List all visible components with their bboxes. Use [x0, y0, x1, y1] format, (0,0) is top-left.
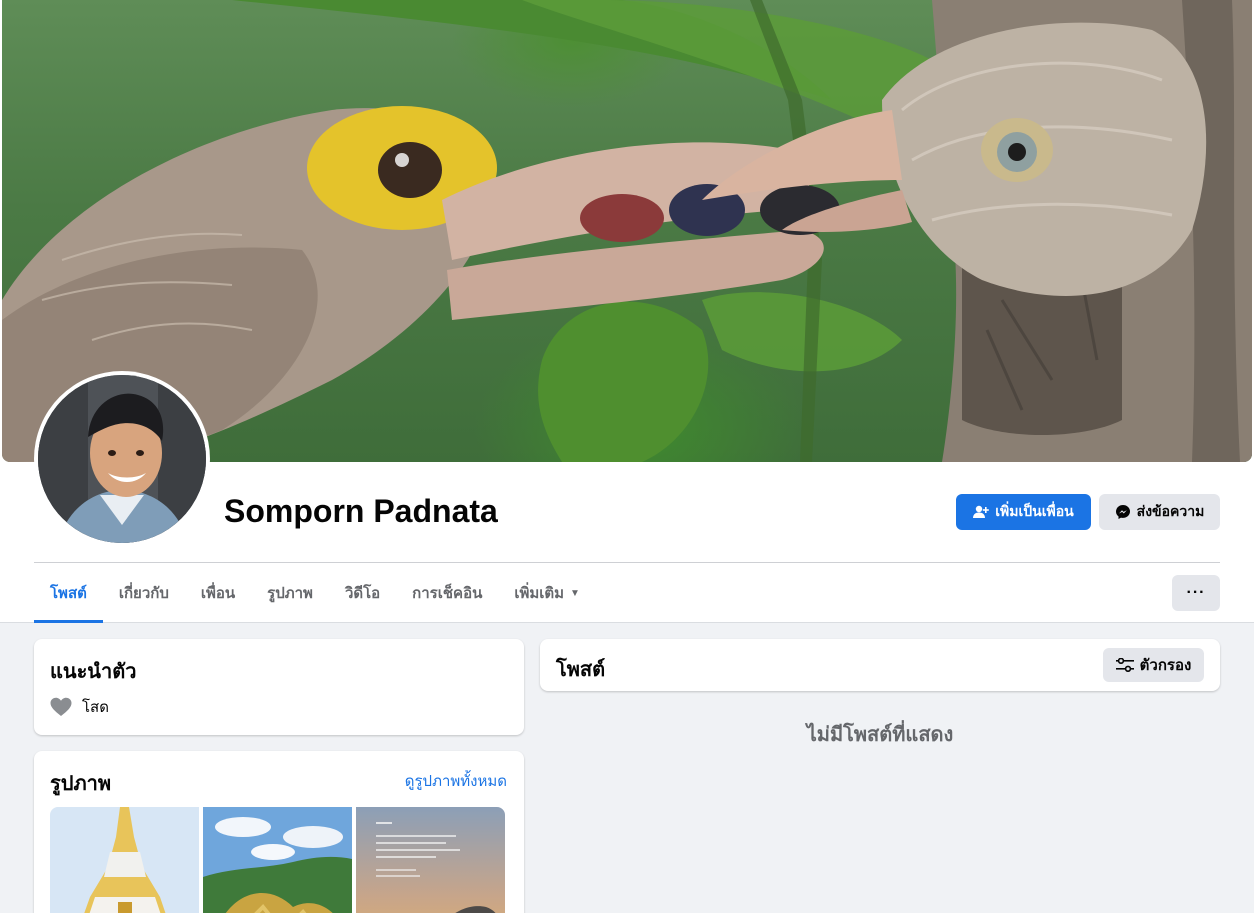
add-friend-label: เพิ่มเป็นเพื่อน — [995, 503, 1074, 519]
tab-about[interactable]: เกี่ยวกับ — [103, 563, 185, 623]
intro-card: แนะนำตัว โสด — [34, 639, 524, 735]
tab-label: เพื่อน — [200, 585, 236, 602]
relationship-status: โสด — [82, 699, 109, 716]
profile-tabs: โพสต์ เกี่ยวกับ เพื่อน รูปภาพ วิดีโอ การ… — [34, 563, 596, 623]
filter-label: ตัวกรอง — [1139, 657, 1192, 674]
intro-title: แนะนำตัว — [50, 661, 137, 683]
relationship-row: โสด — [50, 695, 109, 719]
photos-card: รูปภาพ ดูรูปภาพทั้งหมด — [34, 751, 524, 913]
cover-image — [2, 0, 1252, 462]
photo-thumbnail[interactable] — [50, 807, 199, 913]
profile-avatar[interactable] — [34, 371, 210, 547]
caret-down-icon: ▼ — [570, 587, 580, 599]
tab-photos[interactable]: รูปภาพ — [251, 563, 329, 623]
tab-label: เกี่ยวกับ — [118, 585, 169, 602]
profile-name: Somporn Padnata — [224, 493, 498, 529]
add-friend-icon — [973, 505, 990, 518]
posts-header-card: โพสต์ ตัวกรอง — [540, 639, 1220, 691]
photos-title: รูปภาพ — [50, 773, 112, 795]
photo-thumbnail[interactable] — [356, 807, 505, 913]
tab-label: การเช็คอิน — [412, 585, 483, 602]
photo-grid — [50, 807, 505, 913]
see-all-photos-link[interactable]: ดูรูปภาพทั้งหมด — [405, 769, 507, 793]
tab-checkins[interactable]: การเช็คอิน — [396, 563, 498, 623]
add-friend-button[interactable]: เพิ่มเป็นเพื่อน — [956, 494, 1091, 530]
tab-videos[interactable]: วิดีโอ — [329, 563, 396, 623]
avatar-photo — [38, 375, 206, 543]
tab-label: รูปภาพ — [267, 585, 313, 602]
tab-label: เพิ่มเติม — [514, 585, 565, 602]
send-message-button[interactable]: ส่งข้อความ — [1099, 494, 1220, 530]
tab-posts[interactable]: โพสต์ — [34, 563, 103, 623]
photo-thumbnail[interactable] — [203, 807, 352, 913]
posts-title: โพสต์ — [556, 659, 606, 681]
send-message-label: ส่งข้อความ — [1136, 503, 1205, 519]
tab-label: วิดีโอ — [344, 585, 381, 602]
cover-photo[interactable] — [2, 0, 1252, 462]
tab-friends[interactable]: เพื่อน — [185, 563, 251, 623]
filter-button[interactable]: ตัวกรอง — [1103, 648, 1204, 682]
no-posts-message: ไม่มีโพสต์ที่แสดง — [806, 724, 954, 746]
tab-more[interactable]: เพิ่มเติม ▼ — [498, 563, 596, 623]
more-options-button[interactable]: ··· — [1172, 575, 1220, 611]
messenger-icon — [1115, 505, 1130, 519]
filter-icon — [1115, 658, 1134, 672]
tab-label: โพสต์ — [50, 585, 87, 602]
heart-icon — [50, 697, 72, 716]
